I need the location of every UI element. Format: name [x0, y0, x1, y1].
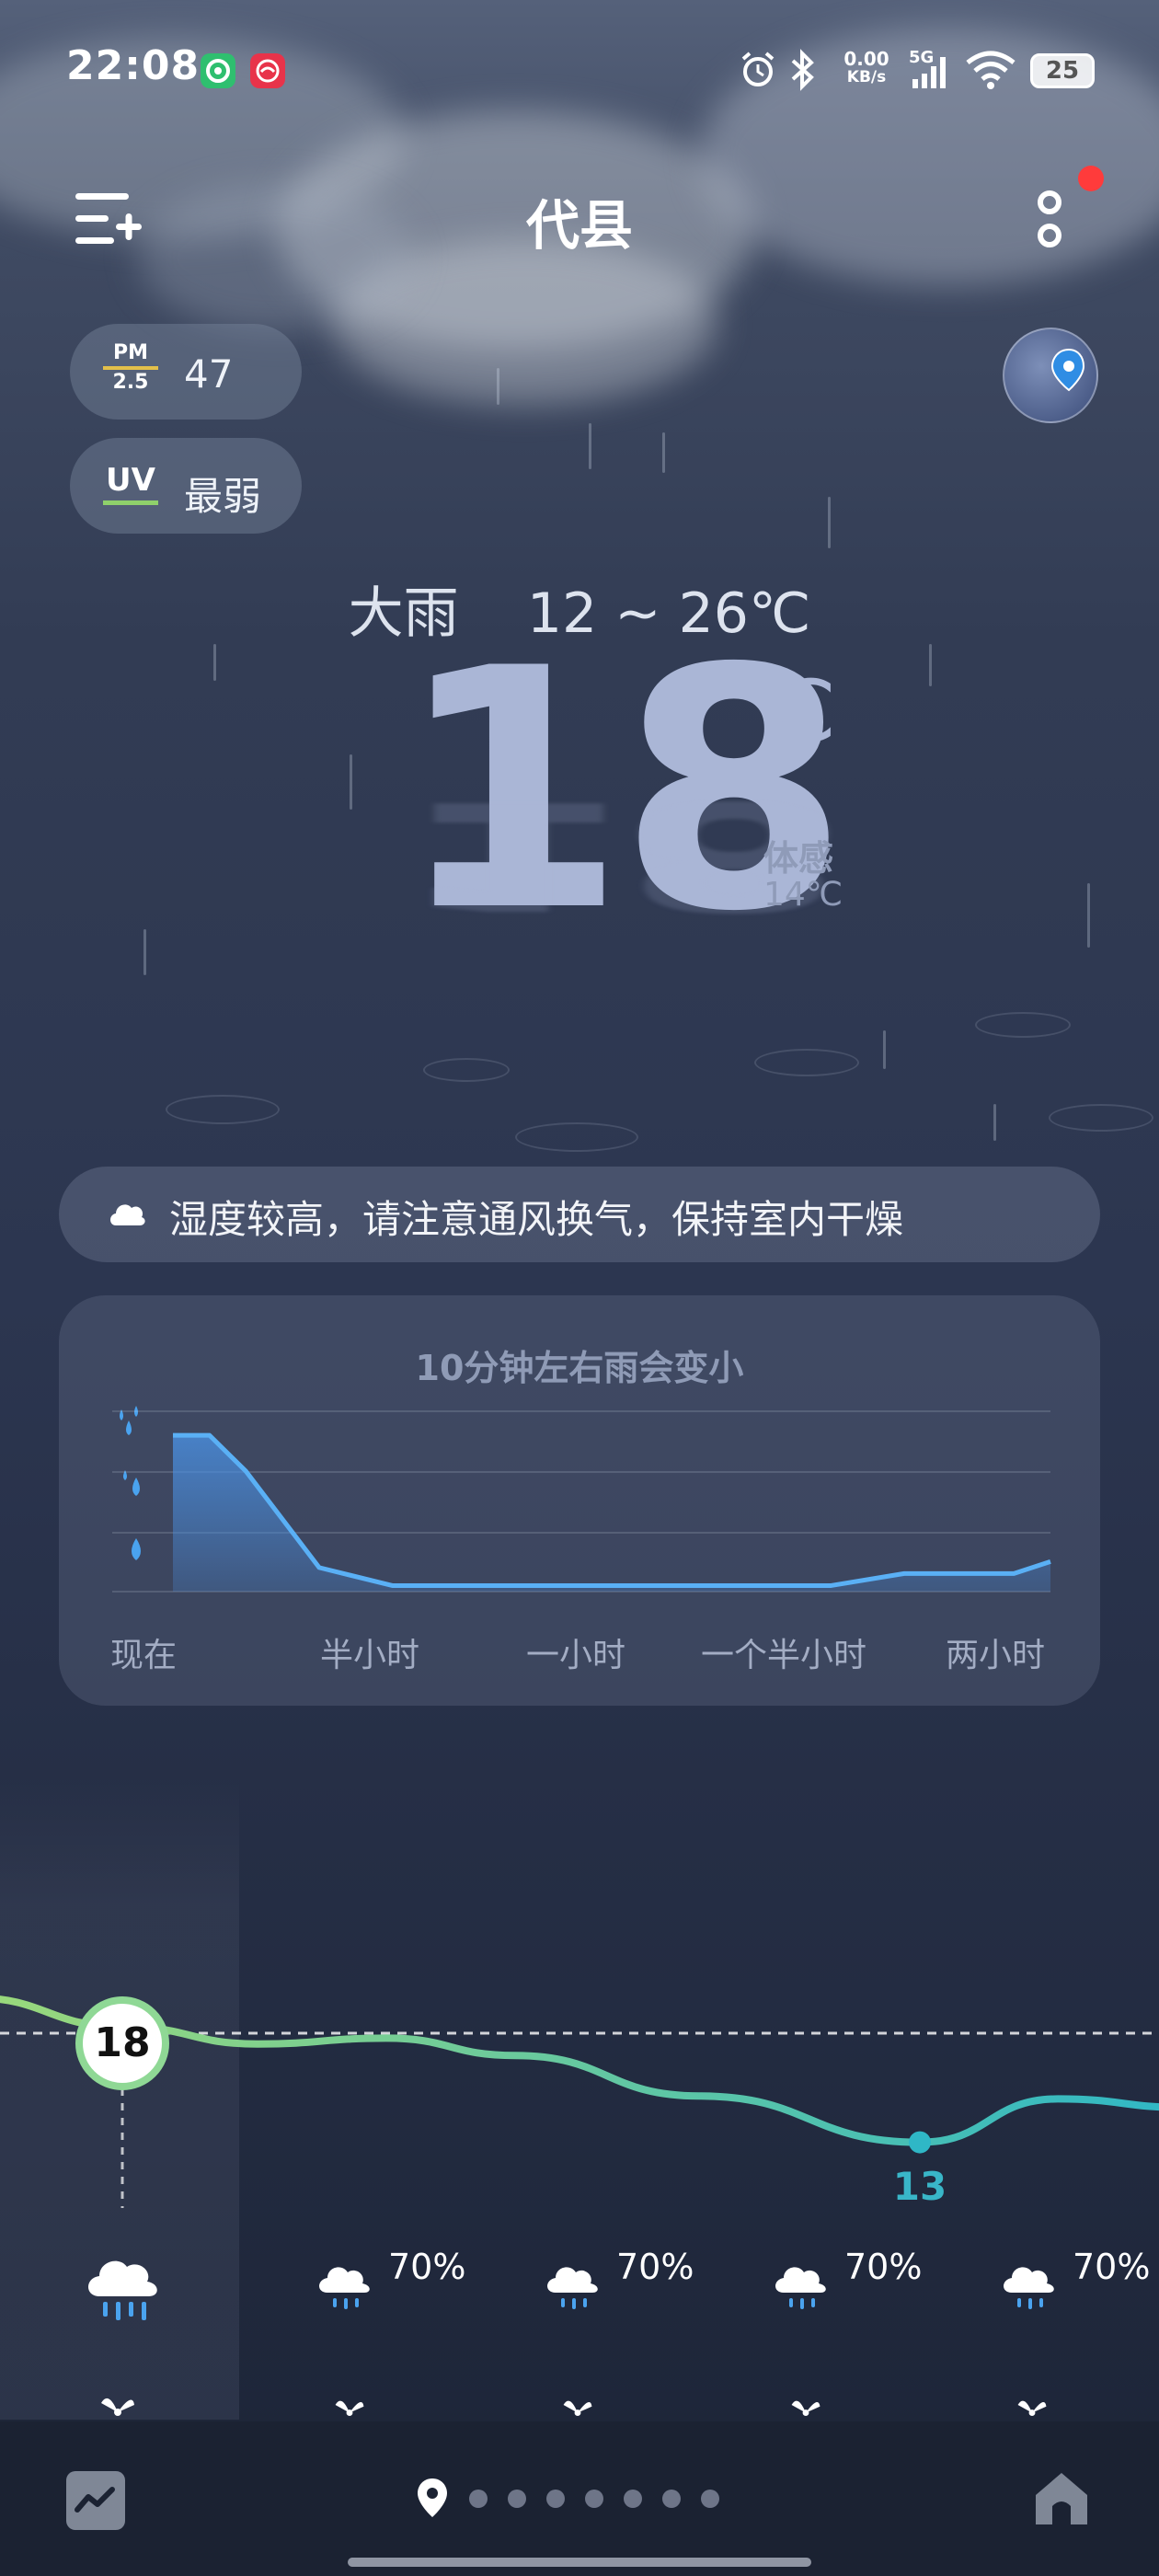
hourly-list[interactable]: 70% 70% 70% 70%	[0, 2226, 1159, 2429]
battery-icon: 25	[1030, 53, 1095, 88]
x-label-now: 现在	[110, 1637, 178, 1674]
status-time: 22:08	[66, 42, 201, 89]
pm25-icon: PM 2.5	[103, 342, 158, 394]
hour-item[interactable]: 70%	[313, 2226, 478, 2410]
wifi-icon	[964, 48, 1017, 90]
page-dot[interactable]	[662, 2490, 681, 2508]
page-dot[interactable]	[469, 2490, 488, 2508]
page-dot[interactable]	[701, 2490, 719, 2508]
temperature-unit: ℃	[741, 662, 837, 761]
bluetooth-icon	[787, 48, 819, 92]
location-map-icon	[1050, 348, 1085, 392]
heavy-rain-icon	[88, 2260, 157, 2320]
net-speed-value: 0.00	[843, 48, 889, 70]
wind-icon	[791, 2400, 820, 2416]
aqi-value: 47	[184, 351, 234, 397]
uv-icon: UV	[103, 464, 158, 505]
trend-button[interactable]	[66, 2471, 125, 2530]
hour-prob: 70%	[616, 2247, 694, 2287]
rain-icon	[1004, 2267, 1054, 2309]
alarm-icon	[738, 50, 778, 90]
x-label-half-hour: 半小时	[320, 1637, 420, 1674]
home-button[interactable]	[1030, 2467, 1093, 2530]
low-temp-dot	[909, 2131, 931, 2154]
city-name[interactable]: 代县	[442, 182, 717, 259]
map-button[interactable]	[1003, 328, 1098, 423]
wind-icon	[563, 2400, 592, 2416]
net-speed: 0.00 KB/s	[839, 50, 894, 86]
hour-prob: 70%	[1073, 2247, 1151, 2287]
x-label-one-and-half-hour: 一个半小时	[701, 1637, 867, 1674]
status-bar: 22:08 0.00 KB/s 5G 25	[0, 0, 1159, 138]
home-icon	[1036, 2473, 1087, 2524]
rain-forecast-card[interactable]: 10分钟左右雨会变小 现在 半小时 一小时 一个半小时 两小时	[59, 1295, 1100, 1706]
rain-icon	[547, 2267, 598, 2309]
page-dot[interactable]	[624, 2490, 642, 2508]
home-indicator[interactable]	[348, 2558, 811, 2567]
pm-divider	[103, 366, 158, 370]
x-label-two-hours: 两小时	[946, 1637, 1046, 1674]
uv-underline	[103, 500, 158, 505]
cloud-icon	[110, 1204, 145, 1225]
uv-label: UV	[106, 462, 155, 499]
feels-like-value: 14℃	[763, 876, 843, 914]
wind-icon	[335, 2400, 364, 2416]
now-temp-bubble: 18	[75, 1996, 169, 2090]
temp-curve	[0, 1995, 1159, 2146]
add-city-icon	[75, 193, 142, 244]
wind-icon	[1017, 2400, 1047, 2416]
hour-item[interactable]: 70%	[997, 2226, 1159, 2410]
x-label-one-hour: 一小时	[526, 1637, 626, 1674]
net-speed-unit: KB/s	[846, 68, 887, 86]
tip-text: 湿度较高，请注意通风换气，保持室内干燥	[169, 1197, 904, 1242]
hourly-temp-curve	[0, 1995, 1159, 2208]
add-city-button[interactable]	[72, 188, 145, 250]
rain-area	[173, 1435, 1050, 1592]
rain-icon	[319, 2267, 370, 2309]
temperature-reflection: 18	[396, 767, 842, 942]
red-app-icon	[250, 53, 285, 88]
hour-item[interactable]: 70%	[769, 2226, 935, 2410]
pm-sub-label: 2.5	[112, 371, 149, 394]
weather-tip[interactable]: 湿度较高，请注意通风换气，保持室内干燥	[59, 1167, 1100, 1262]
page-dot[interactable]	[585, 2490, 603, 2508]
page-dot[interactable]	[546, 2490, 565, 2508]
hour-item[interactable]: 70%	[541, 2226, 706, 2410]
hour-prob: 70%	[844, 2247, 923, 2287]
location-pin-icon	[418, 2478, 447, 2517]
hour-item-now[interactable]	[74, 2226, 184, 2410]
more-icon	[1038, 190, 1061, 247]
aqi-pill[interactable]: PM 2.5 47	[70, 324, 302, 420]
trend-icon	[75, 2487, 115, 2513]
feels-like-label: 体感	[763, 838, 834, 879]
page-dot[interactable]	[508, 2490, 526, 2508]
more-button[interactable]	[1017, 184, 1082, 258]
pm-label: PM	[112, 341, 149, 364]
signal-icon: 5G	[909, 48, 953, 92]
rain-icon	[775, 2267, 826, 2309]
wechat-app-icon	[201, 53, 235, 88]
hour-prob: 70%	[388, 2247, 466, 2287]
uv-pill[interactable]: UV 最弱	[70, 438, 302, 534]
notification-dot	[1078, 166, 1104, 191]
wind-icon	[101, 2398, 134, 2416]
low-temp-label: 13	[892, 2164, 947, 2209]
uv-value: 最弱	[184, 474, 262, 519]
